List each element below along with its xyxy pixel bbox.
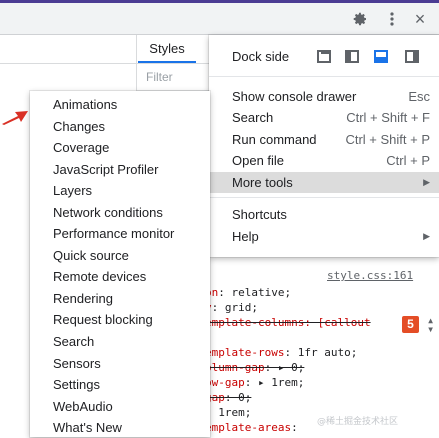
- chevron-right-icon: ▶: [423, 177, 430, 187]
- css3-icon: 5: [402, 316, 419, 333]
- filter-input[interactable]: Filter: [146, 70, 173, 84]
- code-line: ow-gap: ▸ 1rem;: [205, 376, 305, 389]
- dock-side-label: Dock side: [232, 49, 290, 64]
- menu-item-more-tools[interactable]: More tools ▶: [209, 172, 439, 193]
- tools-item-changes[interactable]: Changes: [30, 116, 210, 137]
- tools-item-whats-new[interactable]: What's New: [30, 417, 210, 438]
- tools-item-webaudio[interactable]: WebAudio: [30, 396, 210, 417]
- menu-item-run-command[interactable]: Run command Ctrl + Shift + P: [209, 129, 439, 150]
- code-line: emplate-columns: [callout: [205, 316, 371, 329]
- code-line: y: grid;: [205, 301, 258, 314]
- tools-item-animations[interactable]: Animations: [30, 94, 210, 115]
- tools-item-sensors[interactable]: Sensors: [30, 353, 210, 374]
- code-line: emplate-areas:: [205, 421, 298, 434]
- tools-item-quick-source[interactable]: Quick source: [30, 245, 210, 266]
- more-options-icon[interactable]: ▴ ▾: [427, 314, 434, 335]
- tools-item-performance-monitor[interactable]: Performance monitor: [30, 223, 210, 244]
- tools-item-remote-devices[interactable]: Remote devices: [30, 266, 210, 287]
- tab-styles[interactable]: Styles: [138, 35, 196, 63]
- devtools-toolbar: ×: [0, 3, 439, 35]
- pointer-arrow-icon: [2, 111, 28, 125]
- undock-icon[interactable]: [317, 50, 331, 63]
- dock-bottom-icon[interactable]: [374, 50, 388, 63]
- tools-item-search[interactable]: Search: [30, 331, 210, 352]
- more-tools-submenu: Animations Changes Coverage JavaScript P…: [30, 91, 210, 437]
- tools-item-rendering[interactable]: Rendering: [30, 288, 210, 309]
- tools-item-javascript-profiler[interactable]: JavaScript Profiler: [30, 159, 210, 180]
- menu-separator: [209, 197, 439, 198]
- tools-item-request-blocking[interactable]: Request blocking: [30, 309, 210, 330]
- code-line: : 1rem;: [205, 406, 252, 419]
- gear-icon[interactable]: [350, 9, 370, 29]
- tools-item-coverage[interactable]: Coverage: [30, 137, 210, 158]
- tools-item-settings[interactable]: Settings: [30, 374, 210, 395]
- menu-item-help[interactable]: Help ▶: [209, 226, 439, 247]
- menu-item-search[interactable]: Search Ctrl + Shift + F: [209, 107, 439, 128]
- code-line: on: relative;: [205, 286, 292, 299]
- menu-item-shortcuts[interactable]: Shortcuts: [209, 204, 439, 225]
- code-line: gap: 0;: [205, 391, 252, 404]
- vertical-dots-icon[interactable]: [382, 9, 402, 29]
- chevron-right-icon: ▶: [423, 231, 430, 241]
- menu-item-open-file[interactable]: Open file Ctrl + P: [209, 150, 439, 171]
- source-link[interactable]: style.css:161: [327, 269, 413, 282]
- dock-left-icon[interactable]: [345, 50, 359, 63]
- close-icon[interactable]: ×: [410, 9, 430, 29]
- tools-item-layers[interactable]: Layers: [30, 180, 210, 201]
- dock-right-icon[interactable]: [405, 50, 419, 63]
- customize-devtools-menu: Dock side Show console drawer Esc Search…: [209, 35, 439, 257]
- menu-separator: [209, 76, 439, 77]
- code-line: emplate-rows: 1fr auto;: [205, 346, 358, 359]
- watermark: @稀土掘金技术社区: [317, 417, 399, 427]
- tools-item-network-conditions[interactable]: Network conditions: [30, 202, 210, 223]
- dock-side-row: Dock side: [209, 46, 439, 68]
- menu-item-show-console-drawer[interactable]: Show console drawer Esc: [209, 86, 439, 107]
- code-line: olumn-gap: ▸ 0;: [205, 361, 305, 374]
